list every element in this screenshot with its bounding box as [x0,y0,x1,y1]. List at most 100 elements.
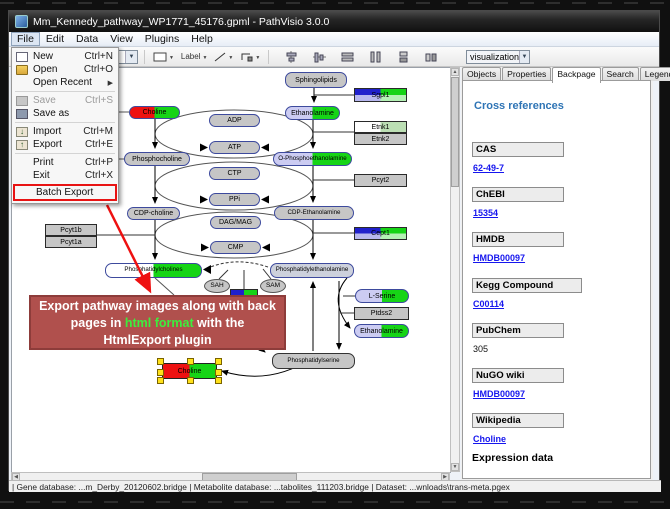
file-menu-batch-export[interactable]: Batch Export [15,186,115,199]
selection-handle[interactable] [187,377,194,384]
node-cept1[interactable]: Cept1 [354,227,407,240]
open-folder-icon [16,65,28,75]
selection-handle[interactable] [215,369,222,376]
node-choline-top[interactable]: Choline [129,106,180,119]
node-sah[interactable]: SAH [204,279,230,293]
node-ethanolamine-lower[interactable]: Ethanolamine [354,324,409,338]
node-cdp-ethanolamine[interactable]: CDP-Ethanolamine [274,206,354,220]
node-phosphatidylethanolamine[interactable]: Phosphatidylethanolamine [270,263,354,278]
file-menu-new[interactable]: NewCtrl+N [12,50,118,63]
visualization-caret-icon[interactable] [519,51,529,63]
file-menu-export[interactable]: ↑ ExportCtrl+E [12,138,118,151]
align-center-y-button[interactable] [311,49,328,65]
node-atp[interactable]: ATP [209,141,260,154]
tab-legend[interactable]: Legend [640,67,670,81]
scroll-down-icon[interactable]: ▼ [451,463,459,471]
blank-icon [16,171,28,181]
menu-data[interactable]: Data [70,33,104,45]
xref-link-kegg[interactable]: C00114 [473,299,504,309]
common-height-button[interactable] [339,49,356,65]
node-phosphocholine[interactable]: Phosphocholine [124,152,190,166]
xref-link-chebi[interactable]: 15354 [473,208,498,218]
selection-handle[interactable] [215,377,222,384]
new-line-button[interactable] [212,49,235,65]
tab-objects[interactable]: Objects [462,67,501,81]
common-height-icon [341,51,354,63]
node-label: Ethanolamine [291,110,334,117]
node-cdp-choline[interactable]: CDP-choline [127,207,180,220]
desktop-background: Mm_Kennedy_pathway_WP1771_45176.gpml - P… [0,0,670,509]
selection-handle[interactable] [157,369,164,376]
node-ethanolamine-top[interactable]: Ethanolamine [285,106,340,120]
menu-help[interactable]: Help [185,33,219,45]
node-phosphatidylcholines[interactable]: Phosphatidylcholines [105,263,202,278]
file-menu-import[interactable]: ↓ ImportCtrl+M [12,125,118,138]
import-icon: ↓ [16,127,28,137]
node-adp[interactable]: ADP [209,114,260,127]
title-bar[interactable]: Mm_Kennedy_pathway_WP1771_45176.gpml - P… [9,11,659,32]
node-etnk2[interactable]: Etnk2 [354,133,407,145]
selection-handle[interactable] [215,358,222,365]
node-l-serine[interactable]: L-Serine [355,289,409,303]
file-menu-save[interactable]: SaveCtrl+S [12,94,118,107]
new-label-button[interactable]: Label [179,49,210,65]
tab-backpage[interactable]: Backpage [552,67,600,83]
file-menu-print[interactable]: PrintCtrl+P [12,156,118,169]
node-dag-mag[interactable]: DAG/MAG [210,216,261,229]
file-menu-save-as[interactable]: Save as [12,107,118,120]
zoom-caret-icon[interactable] [125,51,137,63]
scroll-up-icon[interactable]: ▲ [451,68,459,76]
menu-plugins[interactable]: Plugins [139,33,185,45]
vertical-scroll-thumb[interactable] [451,77,459,187]
connector-icon [240,51,253,62]
new-connector-button[interactable] [238,49,262,65]
node-sgpl1[interactable]: Sgpl1 [354,88,407,102]
node-etnk1[interactable]: Etnk1 [354,121,407,133]
node-ptdss2[interactable]: Ptdss2 [354,307,409,320]
xref-link-hmdb[interactable]: HMDB00097 [473,253,525,263]
align-center-x-button[interactable] [283,49,300,65]
node-sam[interactable]: SAM [260,279,286,293]
xref-link-nugo[interactable]: HMDB00097 [473,389,525,399]
node-label: Pcyt1b [60,227,81,234]
node-ppi[interactable]: PPi [209,193,260,206]
menu-view[interactable]: View [104,33,139,45]
node-cmp[interactable]: CMP [210,241,261,254]
selection-handle[interactable] [187,358,194,365]
new-datanode-button[interactable] [151,49,176,65]
source-header-hmdb: HMDB [472,232,564,247]
node-choline-selected[interactable]: Choline [162,363,217,379]
node-ctp[interactable]: CTP [209,167,260,180]
xref-link-wikipedia[interactable]: Choline [473,434,506,444]
common-width-button[interactable] [367,49,384,65]
callout-line2: pages in html format with the [31,315,284,332]
file-menu-exit[interactable]: ExitCtrl+X [12,169,118,182]
file-menu-open[interactable]: OpenCtrl+O [12,63,118,76]
selection-handle[interactable] [157,358,164,365]
node-o-phosphoethanolamine[interactable]: O-Phosphoethanolamine [273,152,352,166]
menu-edit[interactable]: Edit [40,33,70,45]
menu-separator [15,91,115,92]
node-label: Choline [178,368,202,375]
node-pcyt2[interactable]: Pcyt2 [354,174,407,187]
tab-properties[interactable]: Properties [502,67,551,81]
datanode-icon [153,52,167,62]
selection-handle[interactable] [157,377,164,384]
stack-horizontal-button[interactable] [423,49,440,65]
toolbar-separator [268,50,269,64]
xref-link-cas[interactable]: 62-49-7 [473,163,504,173]
window-title: Mm_Kennedy_pathway_WP1771_45176.gpml - P… [33,16,329,28]
canvas-vertical-scrollbar[interactable]: ▲ ▼ [450,67,460,472]
node-pcyt1a[interactable]: Pcyt1a [45,236,97,248]
menu-file[interactable]: File [11,32,40,46]
node-label: PPi [229,196,240,203]
visualization-combobox[interactable]: visualization [466,50,530,64]
node-phosphatidylserine[interactable]: Phosphatidylserine [272,353,355,369]
tab-search[interactable]: Search [602,67,639,81]
stack-vertical-button[interactable] [395,49,412,65]
file-menu-open-recent[interactable]: Open Recent [12,76,118,89]
node-sphingolipids[interactable]: Sphingolipids [285,72,347,88]
application-window: Mm_Kennedy_pathway_WP1771_45176.gpml - P… [8,10,660,491]
node-pcyt1b[interactable]: Pcyt1b [45,224,97,236]
node-label: O-Phosphoethanolamine [278,156,346,162]
